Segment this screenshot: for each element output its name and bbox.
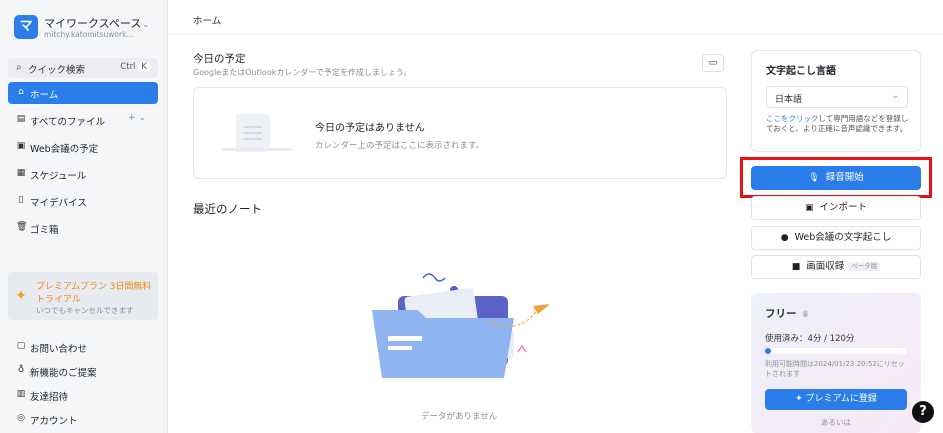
sidebar-item-trash[interactable]: 🗑 ゴミ箱: [8, 217, 158, 239]
sidebar-item-invite[interactable]: ▥ 友達招待: [8, 384, 158, 406]
calendar-icon: ▭: [708, 58, 718, 68]
workspace-account: mitchy.katomitsuwork...: [44, 30, 134, 39]
sidebar-item-label: すべてのファイル: [30, 117, 105, 128]
import-button[interactable]: ▣ インポート: [751, 196, 921, 220]
sidebar-item-schedule[interactable]: ▦ スケジュール: [8, 163, 158, 185]
plan-name: フリー: [765, 308, 797, 320]
usage-progress-bar: [765, 348, 907, 354]
web-meeting-transcription-button[interactable]: ● Web会議の文字起こし: [751, 226, 921, 250]
sidebar-item-label: アカウント: [30, 416, 78, 427]
workspace-name: マイワークスペース: [44, 17, 142, 30]
empty-document-illustration: [236, 114, 270, 152]
sidebar-item-label: 新機能のご提案: [30, 368, 97, 379]
sparkle-icon: ✦: [795, 394, 806, 404]
add-folder-icon[interactable]: + ⌄: [128, 113, 146, 123]
language-select-value: 日本語: [775, 95, 803, 105]
breadcrumb: ホーム: [193, 16, 222, 27]
sidebar-item-all-files[interactable]: ▤ すべてのファイル + ⌄: [8, 109, 158, 131]
crown-icon: ♛: [801, 310, 810, 320]
sidebar-item-home[interactable]: ⌂ ホーム: [8, 82, 158, 104]
workspace-toggle-icon[interactable]: ⌄: [142, 20, 150, 30]
quick-search-shortcut: Ctrl K: [120, 62, 150, 72]
premium-trial-promo[interactable]: ✦ プレミアムプラン 3日間無料 トライアル いつでもキャンセルできます: [8, 272, 158, 320]
sparkle-icon: ✦: [15, 288, 27, 304]
calendar-settings-button[interactable]: ▭: [702, 54, 724, 72]
sidebar-item-label: 友達招待: [30, 392, 69, 403]
vocabulary-link[interactable]: ここをクリック: [766, 114, 819, 123]
plan-usage: 使用済み：4分 / 120分: [765, 334, 855, 344]
calendar-icon: ▣: [16, 141, 26, 151]
sidebar-item-label: スケジュール: [30, 171, 87, 182]
sidebar: マ マイワークスペース mitchy.katomitsuwork... ⌄ ⌕ …: [0, 0, 168, 433]
highlight-box: [740, 157, 932, 198]
import-label: インポート: [819, 202, 868, 213]
sidebar-item-web-meetings[interactable]: ▣ Web会議の予定: [8, 136, 158, 158]
quick-search[interactable]: ⌕ クイック検索 Ctrl K: [8, 58, 158, 78]
sidebar-item-label: お問い合わせ: [30, 344, 88, 355]
vocabulary-hint: ここをクリックして専門用語などを登録しておくと、より正確に音声認識できます。: [766, 114, 912, 134]
sidebar-item-feature-request[interactable]: ♁ 新機能のご提案: [8, 360, 158, 382]
plan-or-divider: あるいは: [821, 418, 851, 427]
promo-line-1: プレミアムプラン 3日間無料: [36, 282, 152, 292]
beta-badge: ベータ版: [848, 262, 881, 271]
today-schedule-title: 今日の予定: [193, 53, 246, 65]
notes-empty-text: データがありません: [421, 412, 498, 422]
workspace-logo: マ: [14, 15, 38, 39]
web-meeting-transcription-label: Web会議の文字起こし: [794, 232, 892, 243]
sidebar-item-account[interactable]: ◎ アカウント: [8, 408, 158, 430]
screen-recording-button[interactable]: ■ 画面収録 ベータ版: [751, 255, 921, 279]
plan-reset-note: 利用可能時間は2024/01/23 20:52にリセットされます: [765, 360, 905, 378]
schedule-icon: ▦: [16, 168, 26, 178]
account-icon: ◎: [17, 413, 25, 423]
illustration-shadow: [222, 148, 292, 151]
upgrade-premium-label: プレミアムに登録: [805, 394, 877, 404]
files-icon: ▤: [16, 114, 26, 124]
sidebar-item-label: ゴミ箱: [30, 225, 59, 236]
help-button[interactable]: ?: [912, 401, 934, 423]
plan-card: フリー ♛ 使用済み：4分 / 120分 利用可能時間は2024/01/23 20…: [751, 293, 921, 433]
camera-icon: ■: [791, 262, 801, 272]
import-icon: ▣: [804, 203, 814, 213]
home-icon: ⌂: [18, 87, 24, 97]
device-icon: ▯: [18, 195, 24, 205]
sidebar-item-my-devices[interactable]: ▯ マイデバイス: [8, 190, 158, 212]
gift-icon: ▥: [16, 389, 26, 399]
language-select[interactable]: 日本語 ⌄: [766, 86, 908, 108]
lightbulb-icon: ♁: [17, 365, 25, 375]
chevron-down-icon: ⌄: [891, 91, 899, 101]
sidebar-item-label: マイデバイス: [30, 198, 87, 209]
screen-recording-label: 画面収録: [806, 261, 845, 272]
empty-folder-illustration: [372, 273, 550, 378]
header-divider: [169, 34, 943, 35]
sidebar-item-label: Web会議の予定: [30, 144, 99, 155]
contact-icon: ▢: [16, 341, 26, 351]
upgrade-premium-button[interactable]: ✦ プレミアムに登録: [765, 389, 907, 410]
quick-search-label: クイック検索: [28, 65, 86, 76]
plan-title: フリー ♛: [765, 306, 810, 321]
transcription-language-title: 文字起こし言語: [766, 66, 836, 77]
empty-schedule-title: 今日の予定はありません: [315, 123, 425, 134]
empty-schedule-description: カレンダー上の予定はここに表示されます。: [315, 141, 485, 151]
video-call-icon: ●: [780, 233, 789, 243]
sidebar-item-label: ホーム: [30, 90, 59, 101]
today-schedule-subtitle: GoogleまたはOutlookカレンダーで予定を作成しましょう。: [193, 68, 412, 77]
trash-icon: 🗑: [16, 222, 28, 232]
promo-line-2: トライアル: [36, 295, 81, 305]
search-icon: ⌕: [16, 62, 22, 73]
today-schedule-empty-card: 今日の予定はありません カレンダー上の予定はここに表示されます。: [193, 87, 727, 179]
sidebar-item-contact[interactable]: ▢ お問い合わせ: [8, 336, 158, 358]
promo-line-3: いつでもキャンセルできます: [36, 306, 134, 315]
workspace-switcher[interactable]: マ マイワークスペース mitchy.katomitsuwork... ⌄: [14, 12, 164, 42]
usage-progress-fill: [765, 348, 771, 354]
transcription-language-panel: 文字起こし言語 日本語 ⌄ ここをクリックして専門用語などを登録しておくと、より…: [751, 50, 921, 152]
recent-notes-title: 最近のノート: [193, 202, 262, 216]
